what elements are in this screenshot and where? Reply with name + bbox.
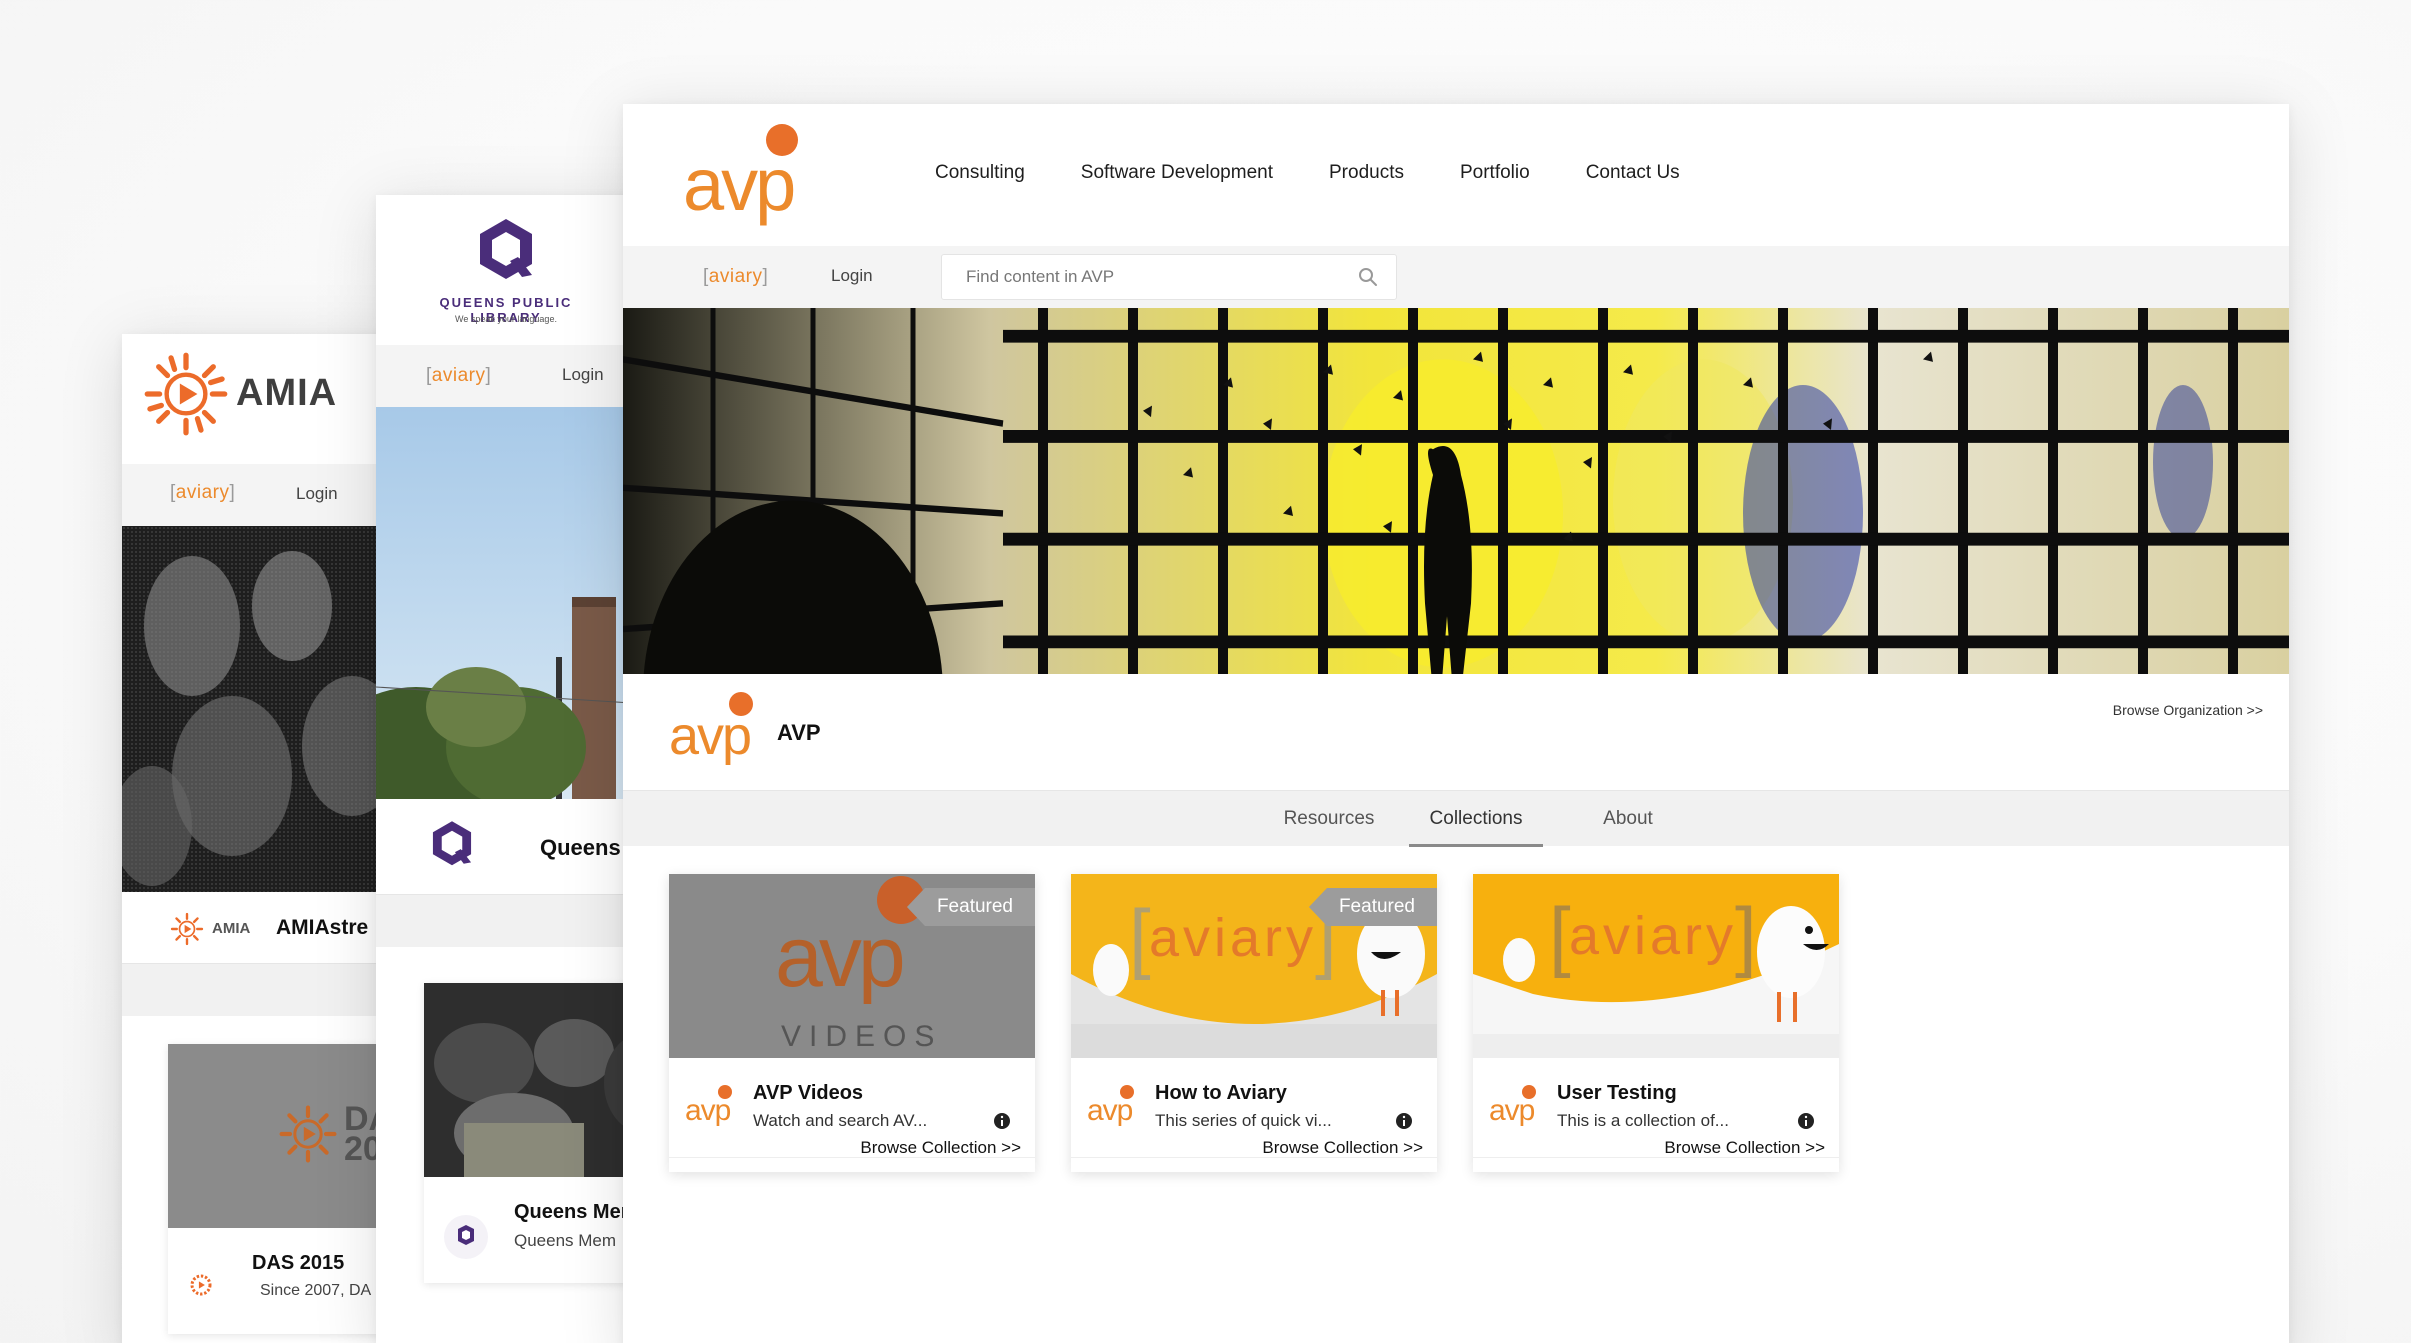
collection-card-user-testing[interactable]: aviary [ ] avp User Testing This is a co… [1473, 874, 1839, 1172]
svg-text:avp: avp [669, 706, 750, 766]
content-tabs: Resources Collections About [623, 790, 2289, 847]
search-box [941, 254, 1397, 300]
nav-portfolio[interactable]: Portfolio [1460, 162, 1530, 184]
library-tagline: We speak your language. [455, 314, 557, 324]
collection-thumbnail: aviary [ ] [1473, 874, 1839, 1058]
collection-description: Watch and search AV... [753, 1111, 928, 1130]
collection-description: This series of quick vi... [1155, 1111, 1332, 1130]
amia-small-logo-icon [190, 1274, 212, 1296]
featured-badge: Featured [1308, 888, 1437, 926]
thumbnail-text: aviary [1569, 906, 1737, 966]
amia-small-logo-text: AMIA [212, 920, 251, 937]
login-link[interactable]: Login [296, 484, 338, 504]
aviary-logo[interactable]: [aviary] [170, 482, 235, 504]
featured-badge: Featured [906, 888, 1035, 926]
avp-small-logo-icon: avp [685, 1085, 732, 1127]
aviary-logo[interactable]: [aviary] [426, 365, 491, 387]
avp-header: avp Consulting Software Development Prod… [623, 104, 2289, 246]
avp-small-logo-icon: avp [1087, 1085, 1134, 1127]
info-icon[interactable] [993, 1112, 1011, 1130]
collection-title[interactable]: How to Aviary [1155, 1082, 1287, 1105]
svg-text:[: [ [1549, 891, 1571, 979]
org-name: Queens [540, 835, 621, 860]
nav-products[interactable]: Products [1329, 162, 1404, 184]
avp-logo-text: avp [683, 143, 794, 226]
search-input[interactable] [942, 255, 1342, 299]
avp-org-bar: avp AVP Browse Organization >> [623, 674, 2289, 790]
aviary-logo[interactable]: [aviary] [703, 266, 768, 288]
thumbnail-text: VIDEOS [781, 1020, 942, 1053]
avp-logo-icon[interactable]: avp [683, 122, 813, 240]
queens-q-icon[interactable] [476, 217, 536, 283]
queens-q-icon [432, 821, 472, 866]
avp-aviary-bar: [aviary] Login [623, 246, 2289, 308]
browse-organization-link[interactable]: Browse Organization >> [2113, 702, 2263, 718]
nav-consulting[interactable]: Consulting [935, 162, 1025, 184]
browse-collection-link[interactable]: Browse Collection >> [1664, 1138, 1825, 1158]
amia-burst-icon [279, 1105, 337, 1163]
collection-description: This is a collection of... [1557, 1111, 1729, 1130]
tab-about[interactable]: About [1583, 791, 1673, 847]
login-link[interactable]: Login [562, 365, 604, 385]
amia-logo-text: AMIA [236, 372, 338, 414]
browse-collection-link[interactable]: Browse Collection >> [1262, 1138, 1423, 1158]
nav-contact-us[interactable]: Contact Us [1586, 162, 1680, 184]
svg-text:]: ] [1735, 891, 1757, 979]
amia-small-logo-icon [170, 912, 204, 946]
login-link[interactable]: Login [831, 266, 873, 286]
tab-resources[interactable]: Resources [1259, 791, 1399, 847]
collection-title[interactable]: DAS 2015 [252, 1252, 344, 1275]
svg-text:avp: avp [685, 1094, 731, 1127]
search-icon[interactable] [1358, 267, 1378, 287]
collection-card-how-to-aviary[interactable]: aviary [ ] Featured avp How to Aviary Th… [1071, 874, 1437, 1172]
svg-text:avp: avp [775, 909, 903, 1005]
amia-burst-icon[interactable] [142, 350, 230, 438]
svg-text:[: [ [1129, 893, 1151, 981]
main-nav: Consulting Software Development Products… [935, 162, 1680, 184]
tab-collections[interactable]: Collections [1409, 791, 1543, 847]
collection-card-avp-videos[interactable]: avp VIDEOS Featured avp AVP Videos Watch… [669, 874, 1035, 1172]
org-name: AVP [777, 720, 821, 745]
collection-thumbnail: avp VIDEOS Featured [669, 874, 1035, 1058]
avp-small-logo-icon: avp [669, 692, 753, 766]
info-icon[interactable] [1395, 1112, 1413, 1130]
svg-text:avp: avp [1087, 1094, 1133, 1127]
nav-software-development[interactable]: Software Development [1081, 162, 1273, 184]
avp-window: avp Consulting Software Development Prod… [623, 104, 2289, 1343]
browse-collection-link[interactable]: Browse Collection >> [860, 1138, 1021, 1158]
queens-small-logo-icon [444, 1215, 488, 1259]
avp-small-logo-icon: avp [1489, 1085, 1536, 1127]
svg-text:avp: avp [1489, 1094, 1535, 1127]
collection-title[interactable]: AVP Videos [753, 1082, 863, 1105]
info-icon[interactable] [1797, 1112, 1815, 1130]
org-name: AMIAstre [276, 916, 369, 939]
collection-thumbnail: aviary [ ] Featured [1071, 874, 1437, 1058]
thumbnail-text: aviary [1149, 908, 1317, 968]
collection-title[interactable]: User Testing [1557, 1082, 1677, 1105]
